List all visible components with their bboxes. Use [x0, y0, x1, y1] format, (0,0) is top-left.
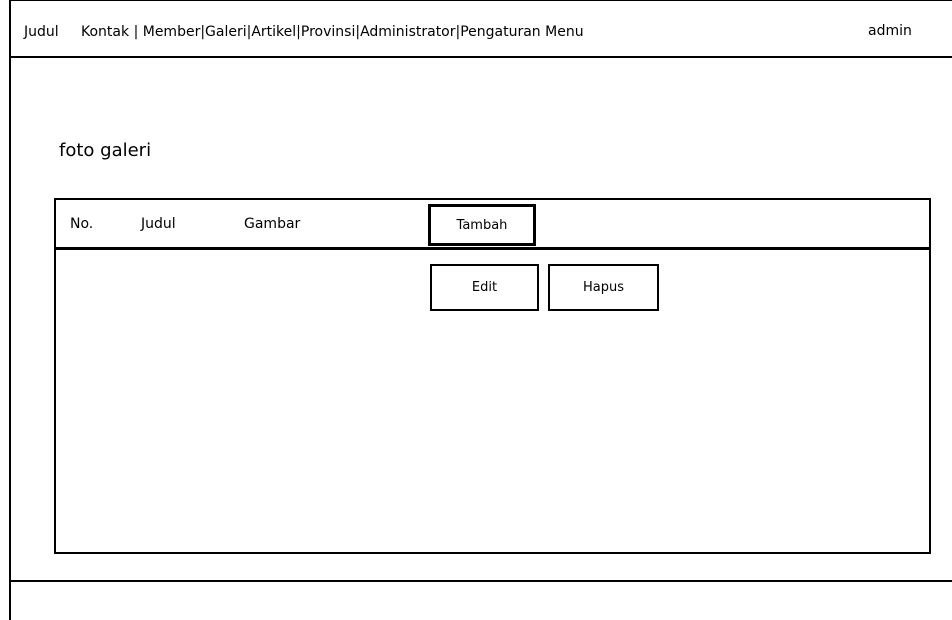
add-button[interactable]: Tambah	[428, 204, 536, 246]
user-menu[interactable]: admin	[868, 23, 912, 39]
menu-item-kontak[interactable]: Kontak	[81, 24, 129, 40]
column-header-no: No.	[70, 216, 94, 232]
gallery-table: No. Judul Gambar Tambah Edit Hapus	[54, 198, 931, 554]
main-menu: Kontak | Member|Galeri|Artikel|Provinsi|…	[81, 24, 584, 40]
menu-item-galeri[interactable]: Galeri	[205, 24, 247, 40]
edit-button[interactable]: Edit	[430, 264, 539, 311]
menu-item-pengaturan-menu[interactable]: Pengaturan Menu	[460, 24, 583, 40]
menu-item-administrator[interactable]: Administrator	[360, 24, 455, 40]
delete-button[interactable]: Hapus	[548, 264, 659, 311]
table-header: No. Judul Gambar Tambah	[56, 200, 929, 250]
footer-divider	[11, 580, 952, 582]
menu-item-provinsi[interactable]: Provinsi	[301, 24, 355, 40]
menu-item-artikel[interactable]: Artikel	[251, 24, 296, 40]
page-title: foto galeri	[59, 140, 152, 161]
menu-separator: |	[133, 24, 139, 40]
menu-item-member[interactable]: Member	[143, 24, 201, 40]
column-header-judul: Judul	[141, 216, 176, 232]
site-title: Judul	[24, 24, 59, 40]
column-header-gambar: Gambar	[244, 216, 301, 232]
top-navbar: Judul Kontak | Member|Galeri|Artikel|Pro…	[11, 1, 952, 58]
